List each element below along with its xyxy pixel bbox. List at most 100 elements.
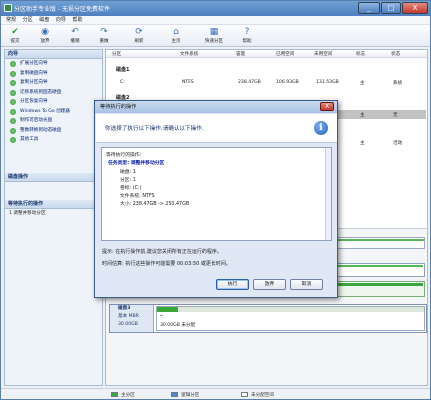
wizard-icon	[10, 61, 16, 67]
list-scrollbar[interactable]	[325, 148, 331, 240]
disk3-partition-name: *:	[160, 315, 164, 320]
wizard-section-title[interactable]: 向导	[5, 50, 102, 59]
col-filesystem[interactable]: 文件系统	[180, 51, 198, 57]
undo-button[interactable]: ↶ 撤销	[65, 27, 85, 44]
partition-table-header: 分区 文件系统 容量 已用空间 未用空间 标志 状态	[106, 50, 427, 58]
disk3-partition-info: 30.00GB 未分配	[160, 323, 196, 328]
disk3-usage-bar	[157, 307, 424, 312]
col-free[interactable]: 未用空间	[314, 51, 332, 57]
pending-operations-dialog: 等待执行的操作 X 你选择了执行以下操作,请确认以下操作. i 等待执行的操作:…	[94, 100, 338, 298]
col-used[interactable]: 已用空间	[276, 51, 294, 57]
toolbar: ✔ 提交 ◉ 放弃 ↶ 撤销 ↷ 重做 ⟳ 刷新 ⌂ 主页 ▦ 快速分区 ? 帮助	[1, 25, 430, 47]
legend-bar: 主分区 逻辑分区 未分配空间	[1, 388, 430, 399]
app-icon	[4, 4, 12, 12]
dialog-title: 等待执行的操作	[100, 104, 137, 110]
disk3-name: 磁盘3	[118, 306, 131, 311]
list-item: 大小: 238.47GB -> 250.47GB	[120, 202, 190, 207]
wizard-item[interactable]: 迁移系统到固态硬盘	[5, 88, 102, 98]
col-partition[interactable]: 分区	[112, 51, 121, 57]
wizard-icon	[10, 70, 16, 77]
menu-bar: 常规 分区 磁盘 向导 帮助	[1, 16, 430, 25]
menu-item-wizard[interactable]: 向导	[56, 16, 66, 25]
help-button[interactable]: ? 帮助	[237, 27, 257, 44]
table-row[interactable]: C: NTFS 238.47GB 106.93GB 131.53GB 主 系统	[108, 78, 426, 87]
wizard-item[interactable]: 复制分区向导	[5, 78, 102, 88]
dialog-message: 你选择了执行以下操作,请确认以下操作.	[105, 126, 204, 132]
left-pane: 向导 扩展分区向导 复制磁盘向导 复制分区向导 迁移系统到固态硬盘 分区恢复向导…	[4, 49, 103, 386]
wizard-item[interactable]: 整数转换到动态磁盘	[5, 126, 102, 136]
dialog-header: 你选择了执行以下操作,请确认以下操作. i	[96, 114, 337, 143]
discard-icon: ◉	[41, 27, 49, 37]
list-item: 磁盘: 1	[120, 170, 136, 175]
refresh-icon: ⟳	[135, 27, 143, 37]
wizard-icon	[10, 99, 16, 105]
wizard-icon	[10, 108, 16, 115]
maximize-button[interactable]: □	[381, 2, 401, 14]
wizard-icon	[10, 89, 16, 96]
title-bar: 分区助手专业版 - 无损分区免费软件 _ □ X	[1, 1, 430, 16]
wizard-section: 向导 扩展分区向导 复制磁盘向导 复制分区向导 迁移系统到固态硬盘 分区恢复向导…	[5, 50, 102, 145]
undo-icon: ↶	[71, 27, 79, 37]
pending-ops-section-title[interactable]: 等待执行的操作	[5, 200, 102, 209]
disk3-type: 基本 MBR	[118, 314, 139, 319]
home-icon: ⌂	[173, 27, 179, 37]
wizard-icon	[10, 137, 16, 143]
menu-item-disk[interactable]: 磁盘	[39, 16, 49, 25]
menu-item-general[interactable]: 常规	[6, 16, 16, 25]
disk3-partition[interactable]: *: 30.00GB 未分配	[156, 306, 425, 331]
checkmark-icon: ✔	[11, 27, 19, 37]
unallocated-swatch	[241, 392, 248, 397]
disk3-map[interactable]: 磁盘3 基本 MBR 30.00GB *: 30.00GB 未分配	[109, 304, 427, 333]
execute-button[interactable]: 执行	[216, 279, 249, 290]
window-title: 分区助手专业版 - 无损分区免费软件	[14, 6, 110, 13]
dialog-tip: 提示: 在执行操作前,建议您关闭所有正在运行的程序。	[102, 249, 222, 255]
refresh-button[interactable]: ⟳ 刷新	[129, 27, 149, 44]
cancel-button[interactable]: 取消	[290, 279, 323, 290]
close-button[interactable]: X	[402, 2, 428, 14]
wizard-item[interactable]: 其他工具	[5, 135, 102, 145]
legend-primary: 主分区	[111, 392, 135, 398]
dialog-time-estimate: 时间估算: 执行这些操作可能需要 00:03:50 或更长时间。	[102, 261, 231, 267]
wizard-item[interactable]: 扩展分区向导	[5, 59, 102, 69]
list-item: 文件系统: NTFS	[120, 194, 155, 199]
apply-button[interactable]: ✔ 提交	[5, 27, 25, 44]
disk-ops-section: 磁盘操作	[5, 173, 102, 182]
col-capacity[interactable]: 容量	[236, 51, 245, 57]
wizard-item[interactable]: Windows To Go 创建器	[5, 107, 102, 117]
wizard-icon	[10, 80, 16, 86]
disk-ops-section-title[interactable]: 磁盘操作	[5, 173, 102, 182]
discard-dialog-button[interactable]: 放弃	[253, 279, 286, 290]
disk1-row[interactable]: 磁盘1	[108, 64, 426, 73]
redo-button[interactable]: ↷ 重做	[94, 27, 114, 44]
quick-partition-button[interactable]: ▦ 快速分区	[204, 27, 224, 44]
list-item: 卷标: (C:)	[120, 186, 142, 191]
wizard-item[interactable]: 复制磁盘向导	[5, 69, 102, 79]
logical-swatch	[171, 392, 178, 397]
dialog-title-bar[interactable]: 等待执行的操作 X	[95, 101, 337, 113]
quick-partition-icon: ▦	[209, 27, 219, 37]
legend-unallocated: 未分配空间	[241, 392, 274, 398]
redo-icon: ↷	[100, 27, 108, 37]
wizard-icon	[10, 127, 16, 134]
list-item: 任务类型: 调整并移动分区	[108, 161, 165, 166]
wizard-item[interactable]: 分区恢复向导	[5, 97, 102, 107]
discard-button[interactable]: ◉ 放弃	[35, 27, 55, 44]
primary-swatch	[111, 392, 118, 397]
col-flag[interactable]: 标志	[356, 51, 365, 57]
wizard-icon	[10, 118, 16, 124]
list-item: 分区: 1	[120, 178, 136, 183]
menu-item-partition[interactable]: 分区	[23, 16, 33, 25]
menu-item-help[interactable]: 帮助	[72, 16, 82, 25]
minimize-button[interactable]: _	[358, 2, 380, 14]
disk3-label: 磁盘3 基本 MBR 30.00GB	[110, 305, 154, 332]
help-icon: ?	[244, 27, 250, 37]
wizard-item[interactable]: 制作可启动光盘	[5, 116, 102, 126]
legend-logical: 逻辑分区	[171, 392, 199, 398]
list-item: 等待执行的操作:	[106, 153, 142, 158]
info-icon: i	[314, 121, 328, 135]
home-button[interactable]: ⌂ 主页	[166, 27, 186, 44]
col-status[interactable]: 状态	[391, 51, 400, 57]
pending-op-item[interactable]: 1 调整并移动分区	[5, 209, 102, 219]
dialog-close-button[interactable]: X	[320, 102, 334, 111]
operations-list[interactable]: 等待执行的操作: 任务类型: 调整并移动分区 磁盘: 1 分区: 1 卷标: (…	[101, 147, 332, 241]
